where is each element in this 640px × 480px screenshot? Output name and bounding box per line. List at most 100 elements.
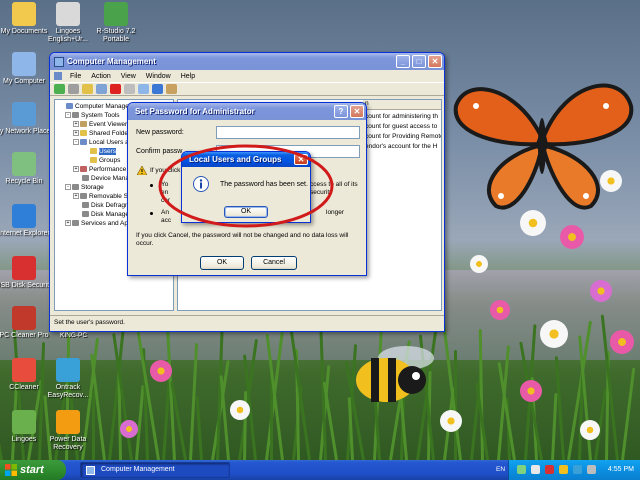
tree-node-label: Disk Defragm xyxy=(91,202,131,209)
computer-management-titlebar[interactable]: Computer Management _ □ ✕ xyxy=(50,53,444,70)
back-arrow-icon[interactable] xyxy=(54,84,65,94)
desktop-icon-image xyxy=(12,410,36,434)
desktop-icon[interactable]: Power Data Recovery xyxy=(38,410,98,452)
desktop-icon[interactable]: Ontrack EasyRecov... xyxy=(38,358,98,400)
expand-icon[interactable]: + xyxy=(73,121,79,128)
desktop-icon[interactable]: PC Cleaner Pro xyxy=(0,306,54,340)
status-text: Set the user's password. xyxy=(54,319,125,326)
flower xyxy=(520,380,542,402)
menu-icon xyxy=(54,72,62,80)
tree-node-icon xyxy=(82,211,89,218)
desktop-icon[interactable]: My Computer xyxy=(0,52,54,86)
tray-app-icon[interactable] xyxy=(573,465,582,474)
tray-network-icon[interactable] xyxy=(517,465,526,474)
tree-node-label: Users xyxy=(99,148,116,155)
clock[interactable]: 4:55 PM xyxy=(608,460,634,480)
cancel-button[interactable]: Cancel xyxy=(251,256,297,270)
desktop-icon-label: Internet Explorer xyxy=(0,230,50,237)
tray-volume-icon[interactable] xyxy=(531,465,540,474)
user-description: endor's account for the H xyxy=(365,143,438,150)
collapse-icon[interactable]: - xyxy=(73,139,79,146)
user-description: count for administering th xyxy=(365,113,438,120)
expand-icon[interactable]: + xyxy=(73,166,79,173)
user-description: count for Providing Remote Assi xyxy=(365,133,442,140)
tree-node-icon xyxy=(80,121,87,128)
set-password-close-button[interactable]: ✕ xyxy=(350,105,364,118)
desktop-icon-label: My Network Places xyxy=(0,128,54,135)
taskbar-item-label: Computer Management xyxy=(101,466,175,473)
desktop-icon-image xyxy=(12,102,36,126)
expand-icon[interactable]: + xyxy=(73,193,79,200)
menu-help[interactable]: Help xyxy=(176,73,200,80)
windows-logo-icon xyxy=(5,464,17,476)
tree-node-label: Disk Manager xyxy=(91,211,132,218)
help-icon[interactable] xyxy=(152,84,163,94)
desktop-icon-image xyxy=(12,152,36,176)
refresh-icon[interactable] xyxy=(138,84,149,94)
system-tray: 4:55 PM xyxy=(508,460,640,480)
tree-node-label: Removable S xyxy=(89,193,129,200)
desktop-icon[interactable]: Recycle Bin xyxy=(0,152,54,186)
tray-usb-icon[interactable] xyxy=(587,465,596,474)
show-tree-icon[interactable] xyxy=(96,84,107,94)
close-button[interactable]: ✕ xyxy=(428,55,442,68)
tray-security-icon[interactable] xyxy=(545,465,554,474)
desktop-icon-image xyxy=(12,204,36,228)
desktop-icon[interactable]: My Network Places xyxy=(0,102,54,136)
flower xyxy=(580,420,600,440)
flower xyxy=(120,420,138,438)
desktop-icon-image xyxy=(12,52,36,76)
expand-icon[interactable]: + xyxy=(73,130,79,137)
desktop-icon-image xyxy=(56,2,80,26)
forward-arrow-icon[interactable] xyxy=(68,84,79,94)
desktop-icon-image xyxy=(56,358,80,382)
list-header[interactable]: n xyxy=(363,100,441,110)
maximize-button[interactable]: □ xyxy=(412,55,426,68)
bee-image xyxy=(356,346,434,402)
tree-node-icon xyxy=(72,220,79,227)
menu-action[interactable]: Action xyxy=(86,73,115,80)
language-indicator[interactable]: EN xyxy=(496,460,505,480)
minimize-button[interactable]: _ xyxy=(396,55,410,68)
properties-icon[interactable] xyxy=(124,84,135,94)
menu-view[interactable]: View xyxy=(116,73,141,80)
desktop-icon-label: PC Cleaner Pro xyxy=(0,332,49,339)
desktop-icon-image xyxy=(12,306,36,330)
desktop-icon-label: My Computer xyxy=(2,78,45,85)
delete-icon[interactable] xyxy=(110,84,121,94)
new-user-icon[interactable] xyxy=(166,84,177,94)
collapse-icon[interactable]: - xyxy=(65,112,71,119)
tree-node-label: System Tools xyxy=(81,112,120,119)
flower xyxy=(490,300,510,320)
start-button[interactable]: start xyxy=(0,460,66,480)
desktop-icon[interactable]: R-Studio 7.2 Portable xyxy=(86,2,146,44)
toolbar xyxy=(50,82,444,96)
window-title: Computer Management xyxy=(67,57,156,66)
taskbar-item-computer-management[interactable]: Computer Management xyxy=(80,462,230,478)
menu-file[interactable]: File xyxy=(65,73,86,80)
flower xyxy=(230,400,250,420)
collapse-icon[interactable]: - xyxy=(65,184,71,191)
ok-button[interactable]: OK xyxy=(200,256,244,270)
set-password-titlebar[interactable]: Set Password for Administrator ? ✕ xyxy=(128,103,366,120)
help-button[interactable]: ? xyxy=(334,105,348,118)
desktop-icon[interactable]: USB Disk Security xyxy=(0,256,54,290)
menu-window[interactable]: Window xyxy=(141,73,176,80)
tray-update-icon[interactable] xyxy=(559,465,568,474)
flower xyxy=(540,320,568,348)
desktop-icon-label: Ontrack EasyRecov... xyxy=(47,384,89,399)
tree-node-icon xyxy=(90,148,97,155)
taskbar: start Computer Management EN 4:55 PM xyxy=(0,460,640,480)
grass-blade xyxy=(195,396,203,460)
new-password-input[interactable] xyxy=(216,126,360,139)
up-folder-icon[interactable] xyxy=(82,84,93,94)
desktop-icon-image xyxy=(104,2,128,26)
tree-node-icon xyxy=(80,130,87,137)
taskbar-item-icon xyxy=(86,466,95,475)
tree-node-icon xyxy=(80,139,87,146)
expand-icon[interactable]: + xyxy=(65,220,71,227)
butterfly-image xyxy=(453,83,634,210)
desktop-icon[interactable]: Internet Explorer xyxy=(0,204,54,238)
tree-node-icon xyxy=(80,193,87,200)
flower xyxy=(470,255,488,273)
